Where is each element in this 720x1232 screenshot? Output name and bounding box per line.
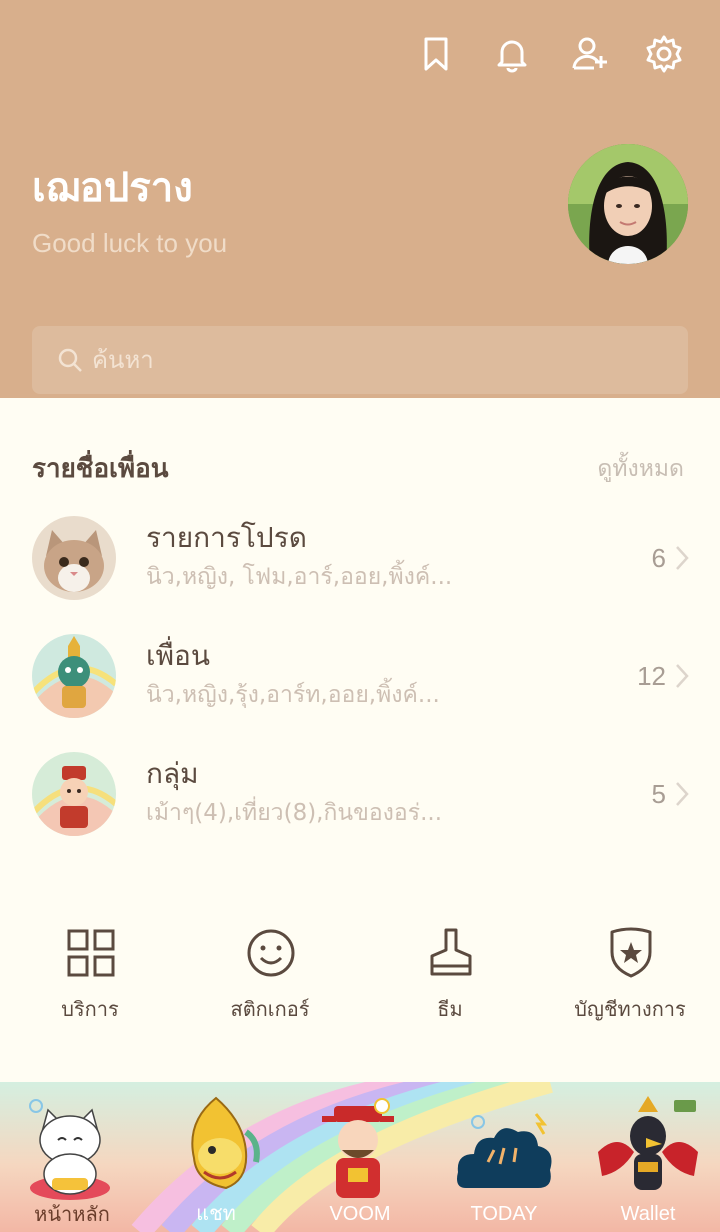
profile-name[interactable]: เฌอปราง — [32, 160, 193, 216]
friend-row-friends[interactable]: เพื่อน นิว,หญิง,รุ้ง,อาร์ท,ออย,พิ้งค์...… — [0, 634, 720, 744]
shortcut-label: สติกเกอร์ — [230, 997, 310, 1021]
row-count: 5 — [651, 779, 666, 809]
tab-label: TODAY — [470, 1203, 538, 1225]
favorites-avatar — [32, 516, 116, 600]
shortcut-label: บริการ — [61, 997, 119, 1021]
search-icon — [58, 348, 82, 372]
grid-icon — [67, 929, 115, 977]
shortcut-stickers[interactable]: สติกเกอร์ — [180, 926, 360, 1036]
tab-label: หน้าหลัก — [34, 1202, 110, 1226]
shortcut-label: ธีม — [437, 997, 463, 1021]
add-friend-button[interactable] — [566, 30, 614, 78]
brush-icon — [430, 928, 472, 976]
chevron-right-icon — [676, 664, 689, 688]
god-of-wealth-icon — [322, 1098, 394, 1198]
pine-cloud-icon — [457, 1113, 552, 1188]
bell-icon — [497, 40, 527, 73]
tab-chat[interactable]: แชท — [144, 1082, 288, 1232]
lucky-cat-icon — [29, 1099, 110, 1200]
notifications-button[interactable] — [488, 30, 536, 78]
row-title: เพื่อน — [146, 639, 210, 672]
shortcut-services[interactable]: บริการ — [0, 926, 180, 1036]
row-title: กลุ่ม — [146, 757, 199, 790]
chevron-right-icon — [676, 546, 689, 570]
tab-today[interactable]: TODAY — [432, 1082, 576, 1232]
friends-section-title: รายชื่อเพื่อน — [32, 454, 169, 484]
settings-button[interactable] — [640, 30, 688, 78]
row-title: รายการโปรด — [146, 521, 307, 554]
groups-avatar — [32, 752, 116, 836]
tab-label: VOOM — [329, 1203, 391, 1225]
shortcut-label: บัญชีทางการ — [574, 997, 686, 1021]
friend-row-favorites[interactable]: รายการโปรด นิว,หญิง, โฟม,อาร์,ออย,พิ้งค์… — [0, 516, 720, 626]
row-subtitle: นิว,หญิง, โฟม,อาร์,ออย,พิ้งค์... — [146, 564, 453, 590]
tab-label: แชท — [196, 1203, 236, 1225]
status-message[interactable]: Good luck to you — [32, 226, 227, 260]
row-subtitle: เม้าๆ(4),เที่ยว(8),กินของอร่... — [146, 800, 443, 826]
search-bar[interactable]: ค้นหา — [32, 326, 688, 394]
tab-home[interactable]: หน้าหลัก — [0, 1082, 144, 1232]
friends-avatar — [32, 634, 116, 718]
search-placeholder: ค้นหา — [92, 346, 154, 374]
profile-photo — [568, 144, 688, 264]
settings-icon — [646, 35, 682, 73]
tab-voom[interactable]: VOOM — [288, 1082, 432, 1232]
bookmark-icon — [424, 37, 448, 71]
chevron-right-icon — [676, 782, 689, 806]
add-friend-icon — [572, 37, 607, 70]
shortcut-themes[interactable]: ธีม — [360, 926, 540, 1036]
profile-avatar[interactable] — [568, 144, 688, 264]
row-subtitle: นิว,หญิง,รุ้ง,อาร์ท,ออย,พิ้งค์... — [146, 682, 440, 708]
bookmark-button[interactable] — [412, 30, 460, 78]
see-all-link[interactable]: ดูทั้งหมด — [597, 450, 684, 488]
tab-label: Wallet — [620, 1203, 676, 1225]
profile-header: เฌอปราง Good luck to you ค้นหา — [0, 0, 720, 398]
bottom-tab-bar: หน้าหลัก แชท VOOM TODAY Wallet — [0, 1082, 720, 1232]
shortcut-official-accounts[interactable]: บัญชีทางการ — [540, 926, 720, 1036]
friend-row-groups[interactable]: กลุ่ม เม้าๆ(4),เที่ยว(8),กินของอร่... 5 — [0, 752, 720, 862]
tab-wallet[interactable]: Wallet — [576, 1082, 720, 1232]
row-count: 6 — [651, 543, 666, 573]
row-count: 12 — [637, 661, 666, 691]
shield-star-icon — [610, 927, 652, 978]
smiley-icon — [247, 929, 295, 977]
garuda-icon — [598, 1096, 698, 1190]
naga-icon — [191, 1096, 260, 1190]
